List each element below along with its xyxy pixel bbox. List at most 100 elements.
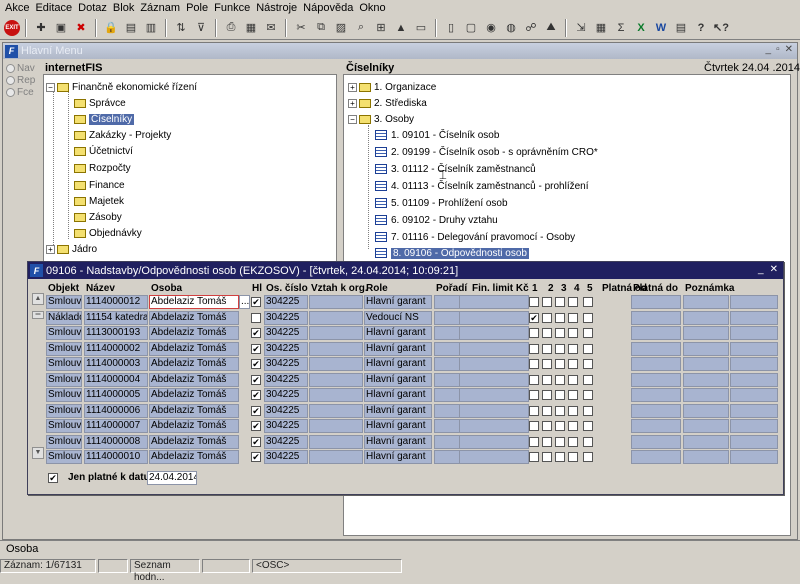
- primary-checkbox[interactable]: ✔: [251, 328, 261, 338]
- grid-cell-objekt[interactable]: Náklado: [46, 310, 82, 325]
- page-icon[interactable]: ▢: [462, 19, 480, 37]
- grid-cell-empty[interactable]: [683, 326, 729, 340]
- primary-checkbox[interactable]: ✔: [251, 297, 261, 307]
- minimize-icon[interactable]: _: [758, 264, 764, 275]
- grid-cell-empty[interactable]: [730, 357, 778, 371]
- export-icon[interactable]: ⇲: [572, 19, 590, 37]
- grid-cell-empty[interactable]: [683, 450, 729, 464]
- menu-item[interactable]: Dotaz: [75, 2, 110, 14]
- lov-button[interactable]: ...: [239, 295, 250, 309]
- grid-cell-osoba[interactable]: Abdelaziz Tomáš: [149, 326, 239, 340]
- flag-checkbox-4[interactable]: [568, 359, 578, 369]
- flag-checkbox-2[interactable]: [542, 328, 552, 338]
- sort-icon[interactable]: ⇅: [172, 19, 190, 37]
- menu-item[interactable]: Blok: [110, 2, 137, 14]
- grid-cell-cislo[interactable]: 304225: [264, 310, 308, 325]
- primary-checkbox[interactable]: ✔: [251, 359, 261, 369]
- sum-icon[interactable]: Σ: [612, 19, 630, 37]
- lock-icon[interactable]: 🔒: [102, 19, 120, 37]
- grid-cell-empty[interactable]: [309, 419, 363, 433]
- grid-cell-empty[interactable]: [683, 341, 729, 356]
- flag-checkbox-1[interactable]: [529, 374, 539, 385]
- menu-item[interactable]: Záznam: [137, 2, 183, 14]
- menu-item[interactable]: Okno: [356, 2, 388, 14]
- primary-checkbox[interactable]: ✔: [251, 390, 261, 400]
- primary-checkbox[interactable]: ✔: [251, 405, 261, 416]
- grid-cell-nazev[interactable]: 1114000004: [84, 372, 148, 387]
- flag-checkbox-3[interactable]: [555, 359, 565, 369]
- delete-record-icon[interactable]: ✖: [72, 19, 90, 37]
- flag-checkbox-5[interactable]: [583, 328, 593, 338]
- help-icon[interactable]: ?: [692, 19, 710, 37]
- grid-cell-osoba[interactable]: Abdelaziz Tomáš: [149, 403, 239, 418]
- grid-cell-osoba[interactable]: Abdelaziz Tomáš: [149, 388, 239, 402]
- grid-cell-osoba[interactable]: Abdelaziz Tomáš: [149, 295, 239, 309]
- flag-checkbox-3[interactable]: [555, 436, 565, 447]
- flag-checkbox-1[interactable]: [529, 343, 539, 354]
- flag-checkbox-3[interactable]: [555, 421, 565, 431]
- grid-cell-objekt[interactable]: Smlouvy: [46, 341, 82, 356]
- flag-checkbox-4[interactable]: [568, 405, 578, 416]
- grid-cell-empty[interactable]: [459, 388, 529, 402]
- flag-checkbox-1[interactable]: [529, 359, 539, 369]
- grid-cell-objekt[interactable]: Smlouvy: [46, 434, 82, 449]
- grid-cell-cislo[interactable]: 304225: [264, 388, 308, 402]
- flag-checkbox-5[interactable]: [583, 421, 593, 431]
- flag-checkbox-3[interactable]: [555, 374, 565, 385]
- flag-checkbox-5[interactable]: [583, 297, 593, 307]
- excel-icon[interactable]: X: [632, 19, 650, 37]
- scroll-up-icon[interactable]: ▲: [32, 293, 44, 305]
- grid-cell-empty[interactable]: [683, 419, 729, 433]
- grid-cell-empty[interactable]: [459, 357, 529, 371]
- expand-icon[interactable]: +: [46, 244, 55, 254]
- search-icon[interactable]: ⌕: [352, 19, 370, 37]
- grid-cell-role[interactable]: Hlavní garant: [364, 403, 432, 418]
- form-icon[interactable]: ▯: [442, 19, 460, 37]
- grid-cell-empty[interactable]: [730, 403, 778, 418]
- primary-checkbox[interactable]: ✔: [251, 343, 261, 354]
- primary-checkbox[interactable]: ✔: [251, 374, 261, 385]
- flag-checkbox-4[interactable]: [568, 328, 578, 338]
- flag-checkbox-3[interactable]: [555, 328, 565, 338]
- flag-checkbox-2[interactable]: [542, 359, 552, 369]
- tree-icon[interactable]: ⊞: [372, 19, 390, 37]
- grid-cell-empty[interactable]: [459, 434, 529, 449]
- flag-checkbox-5[interactable]: [583, 390, 593, 400]
- grid-cell-empty[interactable]: [309, 295, 363, 309]
- flag-checkbox-5[interactable]: [583, 405, 593, 416]
- grid-cell-empty[interactable]: [683, 403, 729, 418]
- flag-checkbox-5[interactable]: [583, 436, 593, 447]
- valid-filter-checkbox[interactable]: ✔: [48, 473, 58, 483]
- tree-node-objednavky[interactable]: Objednávky: [74, 226, 142, 240]
- grid-cell-empty[interactable]: [309, 403, 363, 418]
- flag-checkbox-4[interactable]: [568, 343, 578, 354]
- grid-cell-nazev[interactable]: 1114000008: [84, 434, 148, 449]
- tree-node-majetek[interactable]: Majetek: [74, 194, 124, 208]
- flag-checkbox-2[interactable]: [542, 405, 552, 416]
- grid-cell-empty[interactable]: [631, 388, 681, 402]
- grid-cell-empty[interactable]: [309, 434, 363, 449]
- tree-node-09199[interactable]: 2. 09199 - Číselník osob - s oprávněním …: [375, 145, 598, 159]
- grid-cell-empty[interactable]: [631, 434, 681, 449]
- flag-checkbox-2[interactable]: [542, 312, 552, 323]
- tree-node-osoby[interactable]: −3. Osoby: [348, 112, 414, 126]
- grid-cell-empty[interactable]: [631, 310, 681, 325]
- grid-cell-objekt[interactable]: Smlouvy: [46, 295, 82, 309]
- tree-node-rozpocty[interactable]: Rozpočty: [74, 161, 131, 175]
- flag-checkbox-4[interactable]: [568, 312, 578, 323]
- calculator-icon[interactable]: ▦: [592, 19, 610, 37]
- restore-icon[interactable]: ▫: [776, 44, 780, 55]
- flag-checkbox-4[interactable]: [568, 421, 578, 431]
- grid-cell-empty[interactable]: [631, 326, 681, 340]
- tree-node-ciselniky[interactable]: Číselníky: [74, 112, 135, 126]
- document-icon[interactable]: ▦: [242, 19, 260, 37]
- flag-checkbox-2[interactable]: [542, 436, 552, 447]
- grid-cell-cislo[interactable]: 304225: [264, 357, 308, 371]
- grid-cell-objekt[interactable]: Smlouvy: [46, 326, 82, 340]
- grid-cell-cislo[interactable]: 304225: [264, 450, 308, 464]
- grid-cell-objekt[interactable]: Smlouvy: [46, 450, 82, 464]
- grid-cell-cislo[interactable]: 304225: [264, 434, 308, 449]
- flag-checkbox-3[interactable]: [555, 390, 565, 400]
- grid-cell-empty[interactable]: [459, 403, 529, 418]
- grid-cell-nazev[interactable]: 1114000010: [84, 450, 148, 464]
